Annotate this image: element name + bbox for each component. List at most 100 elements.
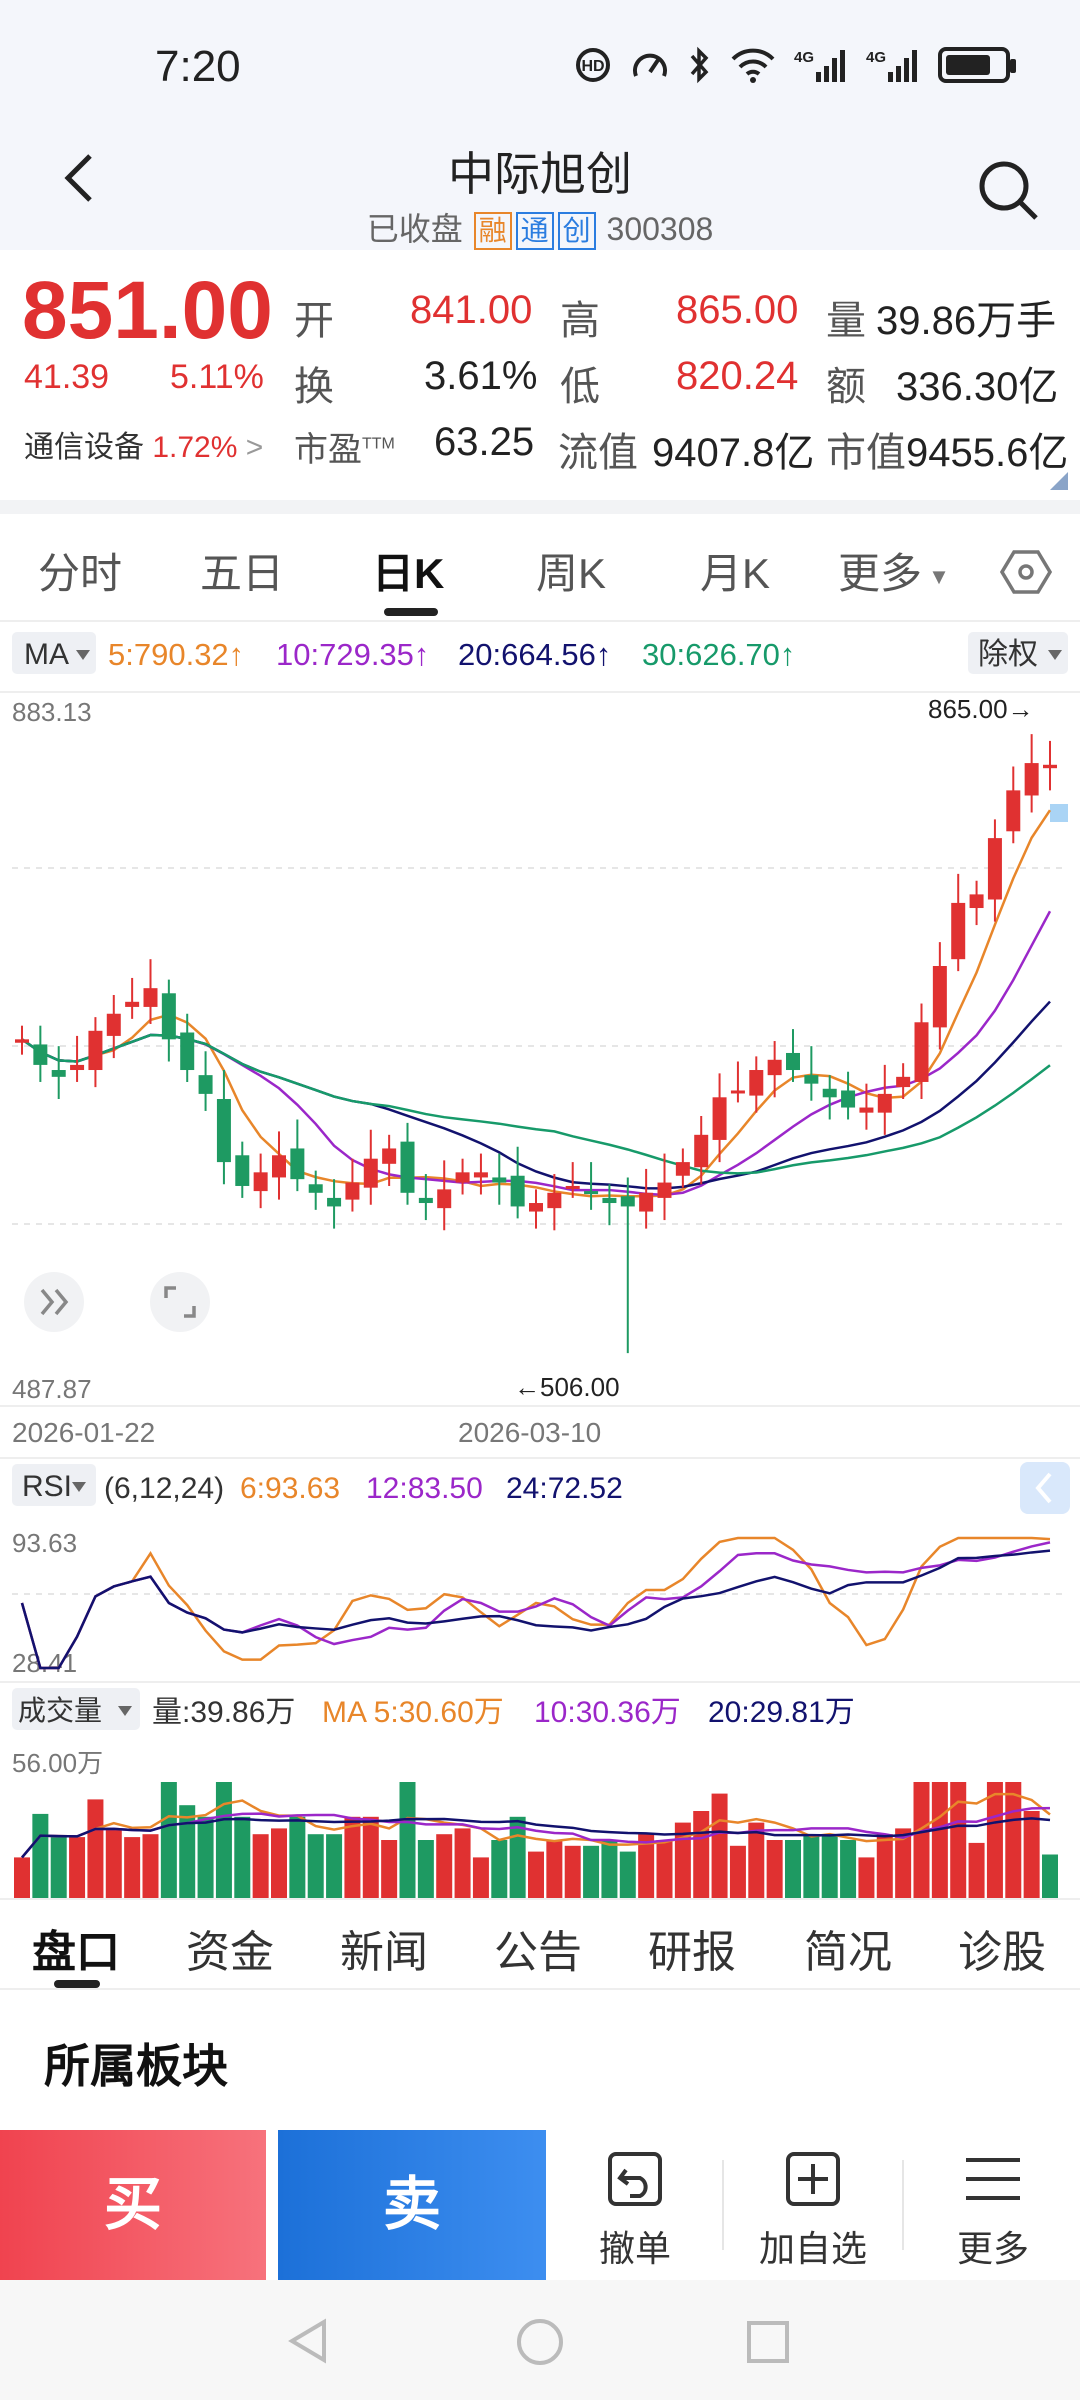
low-label: 低 [560, 365, 600, 409]
battery-charging-icon [938, 47, 1016, 83]
volume-bar [968, 1842, 985, 1898]
volume-bar [381, 1840, 398, 1898]
active-tab-indicator [54, 1980, 100, 1988]
tab-monthly-k[interactable]: 月K [700, 540, 770, 601]
candle-body [859, 1107, 874, 1113]
volume-bar [913, 1782, 930, 1898]
stock-chart[interactable]: MA 5:790.32↑ 10:729.35↑ 20:664.56↑ 30:62… [0, 622, 1080, 1898]
add-watchlist-label: 加自选 [758, 2228, 867, 2269]
more-actions-label: 更多 [956, 2228, 1029, 2269]
volume-max-label: 56.00万 [12, 1748, 103, 1778]
add-box-icon [786, 2152, 840, 2206]
search-button[interactable] [974, 156, 1044, 226]
y-max-label: 883.13 [12, 697, 92, 727]
stock-code: 300308 [606, 211, 714, 247]
tab-diagnosis[interactable]: 诊股 [958, 1916, 1046, 1980]
bluetooth-icon [690, 46, 709, 84]
expand-corner-icon[interactable] [1050, 472, 1068, 490]
kline-grid [12, 867, 1068, 1225]
settings-hexagon-icon[interactable] [1000, 546, 1052, 598]
collapse-panel-button[interactable] [1020, 1462, 1070, 1514]
tab-intraday[interactable]: 分时 [38, 540, 122, 601]
open-label: 开 [294, 299, 334, 343]
candle-body [932, 966, 947, 1028]
tab-research[interactable]: 研报 [648, 1916, 736, 1980]
volume-bar [766, 1840, 783, 1898]
candle-body [987, 838, 1002, 900]
candle-body [510, 1175, 525, 1207]
candle-body [639, 1192, 654, 1212]
rsi24-value: 24:72.52 [506, 1472, 623, 1505]
nav-recents-icon[interactable] [744, 2318, 792, 2366]
volume-bar [821, 1834, 838, 1898]
candle-body [804, 1075, 819, 1084]
svg-text:4G: 4G [866, 49, 886, 66]
tab-capital-flow[interactable]: 资金 [186, 1916, 274, 1980]
divider [0, 500, 1080, 514]
volume-current: 量:39.86万 [152, 1696, 295, 1729]
nav-home-icon[interactable] [514, 2316, 566, 2368]
fullscreen-button[interactable] [150, 1272, 210, 1332]
tab-announcements[interactable]: 公告 [494, 1916, 582, 1980]
info-tabs: 盘口 资金 新闻 公告 研报 简况 诊股 [0, 1898, 1080, 1990]
candle-body [951, 902, 966, 960]
cancel-order-label: 撤单 [598, 2228, 671, 2269]
candles [15, 734, 1057, 1354]
svg-text:HD: HD [581, 58, 604, 75]
candle-body [455, 1172, 470, 1183]
tab-profile[interactable]: 简况 [804, 1916, 892, 1980]
tab-order-book[interactable]: 盘口 [32, 1916, 120, 1980]
tab-daily-k[interactable]: 日K [372, 540, 444, 601]
candle-body [15, 1039, 29, 1043]
volume-bar [619, 1851, 636, 1898]
high-annotation: 865.00→ [928, 694, 1034, 724]
volume-bar [950, 1782, 967, 1898]
candle-body [437, 1189, 452, 1209]
margin-tag: 融 [473, 212, 512, 250]
add-watchlist-button[interactable]: 加自选 [738, 2148, 888, 2272]
volume-bar [729, 1845, 746, 1898]
candle-body [290, 1148, 305, 1180]
candle-body [1006, 790, 1021, 832]
sell-button[interactable]: 卖 [278, 2130, 546, 2280]
expand-history-button[interactable] [24, 1272, 84, 1332]
volume-bar [252, 1834, 269, 1898]
turnover-value: 3.61% [424, 354, 538, 398]
tab-five-day[interactable]: 五日 [200, 540, 284, 601]
system-nav-bar [0, 2280, 1080, 2400]
candle-body [382, 1148, 397, 1164]
date-start-label: 2026-01-22 [12, 1417, 155, 1448]
section-title: 所属板块 [44, 2040, 228, 2092]
candle-body [180, 1032, 195, 1071]
nav-back-icon[interactable] [284, 2316, 334, 2366]
volume-bar [858, 1857, 875, 1898]
candle-body [730, 1090, 745, 1094]
volume-bar [528, 1851, 544, 1898]
signal-4g-icon: 4G [794, 49, 845, 82]
sector-section: 所属板块 [0, 1990, 1080, 2130]
candle-body [786, 1052, 800, 1071]
sector-link[interactable]: 通信设备 1.72% > [24, 422, 263, 466]
tab-news[interactable]: 新闻 [340, 1916, 428, 1980]
candle-body [675, 1162, 690, 1176]
status-time: 7:20 [155, 42, 241, 91]
rsi-selector-label: RSI [22, 1470, 72, 1503]
low-annotation: ←506.00 [514, 1372, 620, 1402]
candle-body [914, 1022, 929, 1082]
divider [722, 2160, 724, 2250]
volume-bar [711, 1793, 728, 1898]
quote-panel: 851.00 41.39 5.11% 通信设备 1.72% > 开 841.00… [0, 250, 1080, 500]
period-tabs: 分时 五日 日K 周K 月K 更多 ▼ [0, 520, 1080, 620]
candle-body [198, 1075, 213, 1094]
buy-button[interactable]: 买 [0, 2130, 266, 2280]
more-actions-button[interactable]: 更多 [918, 2148, 1068, 2272]
rsi-lines [20, 1536, 1051, 1670]
volume-legend: 成交量 量:39.86万 MA 5:30.60万 10:30.36万 20:29… [12, 1688, 855, 1730]
tab-weekly-k[interactable]: 周K [536, 540, 606, 601]
cancel-order-button[interactable]: 撤单 [560, 2148, 710, 2272]
menu-icon [966, 2158, 1020, 2200]
candle-body [235, 1155, 250, 1186]
volume-bar [50, 1837, 67, 1898]
ma10-line [21, 910, 1052, 1197]
tab-more[interactable]: 更多 ▼ [838, 540, 950, 601]
